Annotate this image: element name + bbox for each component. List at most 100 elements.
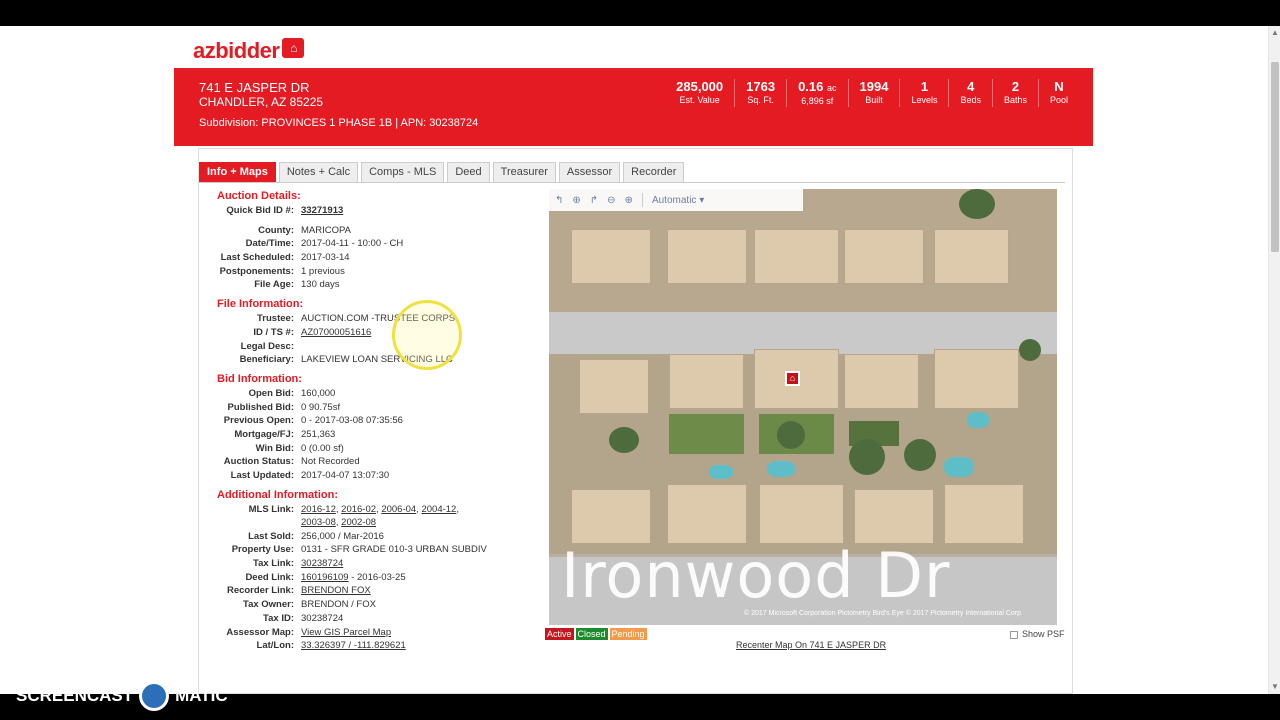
tab-treasurer[interactable]: Treasurer xyxy=(492,162,556,182)
house xyxy=(759,484,844,544)
detail-row: Last Scheduled: 2017-03-14 xyxy=(220,252,350,264)
pool xyxy=(767,461,795,477)
map-mode-dropdown[interactable]: Automatic ▾ xyxy=(652,195,704,206)
tab-comps-mls[interactable]: Comps - MLS xyxy=(361,162,445,182)
detail-row: Mortgage/FJ: 251,363 xyxy=(234,428,336,440)
zoom-out-icon[interactable]: ⊖ xyxy=(607,195,615,206)
detail-row: Deed Link: 160196109 - 2016-03-25 xyxy=(245,571,406,583)
auction-details-heading: Auction Details: xyxy=(217,190,301,202)
stat-pool: N Pool xyxy=(1037,79,1079,107)
property-banner: 741 E JASPER DR CHANDLER, AZ 85225 Subdi… xyxy=(174,68,1093,146)
additional-information-heading: Additional Information: xyxy=(217,488,338,501)
recorder-link[interactable]: BRENDON FOX xyxy=(301,585,371,596)
detail-row: Tax ID: 30238724 xyxy=(263,612,344,624)
legend-active: Active xyxy=(545,628,574,640)
scroll-down-icon[interactable]: ▼ xyxy=(1270,682,1280,692)
compass-icon[interactable]: ⊕ xyxy=(572,195,580,206)
show-psf-toggle[interactable]: Show PSF xyxy=(1010,629,1065,639)
house-icon: ⌂ xyxy=(282,38,305,58)
stat-est-value: 285,000 Est. Value xyxy=(676,79,724,105)
show-psf-label: Show PSF xyxy=(1022,629,1065,639)
tab-deed[interactable]: Deed xyxy=(447,162,490,182)
watermark-line-1: RECORDED WITH xyxy=(16,661,119,675)
backyard xyxy=(669,414,744,454)
detail-row: Published Bid: 0 90.75sf xyxy=(227,401,341,413)
tax-link[interactable]: 30238724 xyxy=(301,558,343,569)
detail-row: Auction Status: Not Recorded xyxy=(223,456,360,468)
lat-lon-link[interactable]: 33.326397 / -111.829621 xyxy=(301,640,406,651)
house xyxy=(579,359,649,414)
address-line-2: CHANDLER, AZ 85225 xyxy=(199,95,324,109)
property-marker-icon[interactable]: ⌂ xyxy=(785,371,800,386)
info-column: Auction Details: Quick Bid ID #: 33271913… xyxy=(200,190,540,653)
mls-link[interactable]: 2006-04 xyxy=(381,504,416,515)
tree xyxy=(777,421,805,449)
pool xyxy=(967,412,989,428)
detail-row: MLS Link: 2016-12, 2016-02, 2006-04, 200… xyxy=(248,503,459,529)
arrow-right-icon[interactable]: ↱ xyxy=(590,195,598,206)
scrollbar-thumb[interactable] xyxy=(1271,62,1279,252)
gis-parcel-map-link[interactable]: View GIS Parcel Map xyxy=(301,627,391,638)
tab-assessor[interactable]: Assessor xyxy=(558,162,621,182)
logo-text: azbidder xyxy=(193,38,280,63)
house xyxy=(934,229,1009,284)
mls-link[interactable]: 2016-12 xyxy=(301,504,336,515)
deed-link[interactable]: 160196109 xyxy=(301,572,349,583)
detail-row: Last Sold: 256,000 / Mar-2016 xyxy=(248,530,384,542)
ts-number-link[interactable]: AZ07000051616 xyxy=(301,327,371,338)
house xyxy=(571,489,651,544)
show-psf-checkbox[interactable] xyxy=(1010,630,1018,639)
stat-levels: 1 Levels xyxy=(899,79,948,107)
stat-beds: 4 Beds xyxy=(948,79,992,107)
detail-row: Last Updated: 2017-04-07 13:07:30 xyxy=(230,470,390,481)
house xyxy=(667,229,747,284)
tab-info-maps[interactable]: Info + Maps xyxy=(199,162,276,182)
recenter-map-link[interactable]: Recenter Map On 741 E JASPER DR xyxy=(736,640,886,650)
detail-row: Assessor Map: View GIS Parcel Map xyxy=(226,626,392,638)
mls-link[interactable]: 2002-08 xyxy=(341,517,376,528)
tree xyxy=(849,439,885,475)
legend-closed: Closed xyxy=(575,628,608,640)
tab-divider xyxy=(199,182,1065,183)
file-information-heading: File Information: xyxy=(217,298,304,311)
quick-bid-link[interactable]: 33271913 xyxy=(301,205,343,216)
detail-row: Open Bid: 160,000 xyxy=(248,387,336,399)
detail-row: Property Use: 0131 - SFR GRADE 010-3 URBA… xyxy=(231,544,487,556)
house xyxy=(754,229,839,284)
azbidder-logo[interactable]: azbidder ⌂ xyxy=(193,38,305,64)
legend-pending: Pending xyxy=(609,628,647,640)
detail-row: Beneficiary: LAKEVIEW LOAN SERVICING LLC xyxy=(239,354,453,366)
scrollbar[interactable]: ▲ ▼ xyxy=(1268,26,1280,694)
tab-recorder[interactable]: Recorder xyxy=(623,162,685,182)
stat-lot-size: 0.16 ac 6,896 sf xyxy=(786,79,847,107)
mls-link[interactable]: 2003-08 xyxy=(301,517,336,528)
house xyxy=(854,489,934,544)
detail-row: Date/Time: 2017-04-11 - 10:00 - CH xyxy=(245,238,404,250)
tab-bar: Info + Maps Notes + Calc Comps - MLS Dee… xyxy=(199,162,685,182)
detail-row: Lat/Lon: 33.326397 / -111.829621 xyxy=(256,640,406,652)
stat-baths: 2 Baths xyxy=(991,79,1038,107)
tab-notes-calc[interactable]: Notes + Calc xyxy=(278,162,359,182)
detail-row: Trustee: AUCTION.COM -TRUSTEE CORPS xyxy=(257,313,456,325)
scroll-up-icon[interactable]: ▲ xyxy=(1270,28,1280,38)
watermark-line-2: SCREENCAST MATIC xyxy=(16,681,228,711)
property-stats: 285,000 Est. Value 1763 Sq. Ft. 0.16 ac 6,8… xyxy=(665,79,1079,107)
street-label: Ironwood Dr xyxy=(561,539,951,612)
detail-row: Tax Link: 30238724 xyxy=(253,558,344,570)
arrow-left-icon[interactable]: ↰ xyxy=(555,195,563,206)
detail-row: Postponements: 1 previous xyxy=(219,265,345,277)
screencast-watermark: RECORDED WITH SCREENCAST MATIC xyxy=(16,661,228,711)
mls-link[interactable]: 2004-12 xyxy=(421,504,456,515)
detail-row: County: MARICOPA xyxy=(258,224,351,236)
detail-row: Recorder Link: BRENDON FOX xyxy=(226,585,371,597)
house xyxy=(844,229,924,284)
detail-row: Previous Open: 0 - 2017-03-08 07:35:56 xyxy=(223,415,403,427)
tree xyxy=(904,439,936,471)
pool xyxy=(944,457,974,477)
tree xyxy=(609,427,639,453)
mls-link[interactable]: 2016-02 xyxy=(341,504,376,515)
zoom-in-icon[interactable]: ⊕ xyxy=(625,195,633,206)
house xyxy=(571,229,651,284)
map-toolbar: ↰ ⊕ ↱ ⊖ ⊕ Automatic ▾ xyxy=(549,189,803,211)
aerial-map[interactable]: ⌂ ↰ ⊕ ↱ ⊖ ⊕ Automatic ▾ Ironwood Dr © 20… xyxy=(549,189,1057,625)
